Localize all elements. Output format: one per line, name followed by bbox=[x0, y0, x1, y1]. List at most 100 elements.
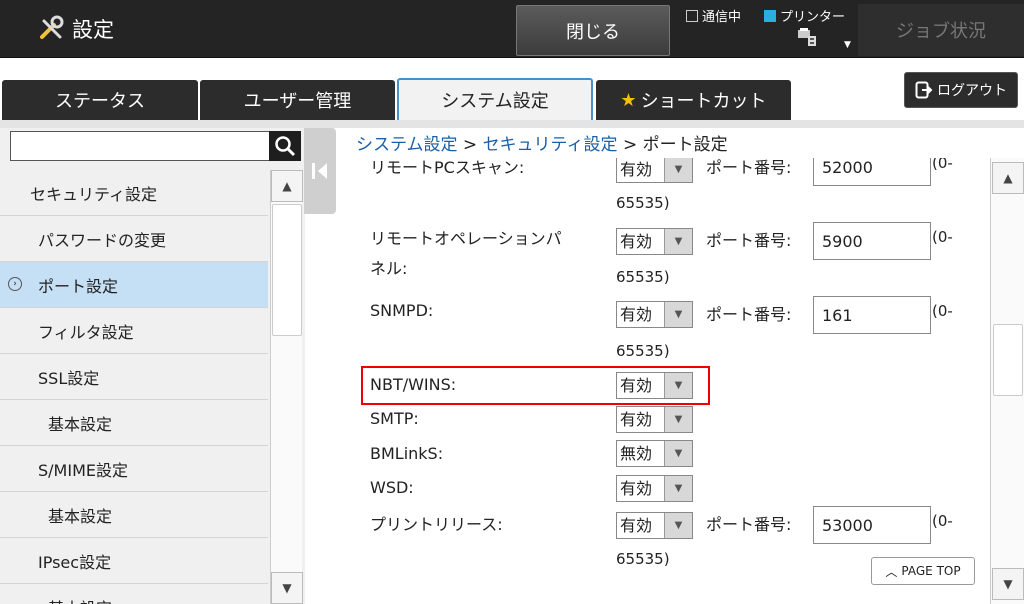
nbt-wins-select[interactable]: 有効 ▼ bbox=[616, 372, 693, 399]
page-top-label: PAGE TOP bbox=[901, 564, 961, 578]
wsd-select[interactable]: 有効 ▼ bbox=[616, 475, 693, 502]
sidebar-item-port-settings[interactable]: › ポート設定 bbox=[0, 262, 268, 308]
port-range-label: 65535) bbox=[616, 268, 670, 286]
collapse-left-icon bbox=[312, 163, 327, 179]
nbt-wins-label: NBT/WINS: bbox=[370, 375, 457, 394]
scroll-down-icon[interactable]: ▼ bbox=[271, 572, 303, 604]
logout-icon bbox=[915, 81, 933, 99]
chevron-down-icon: ▼ bbox=[664, 441, 692, 466]
sidebar-item-ssl-settings[interactable]: SSL設定 bbox=[0, 354, 268, 400]
remote-operation-panel-label: リモートオペレーションパ bbox=[370, 229, 562, 248]
scroll-up-icon[interactable]: ▲ bbox=[992, 162, 1024, 194]
chevron-up-icon: ︿ bbox=[885, 564, 898, 579]
tab-band bbox=[0, 120, 1024, 128]
remote-operation-panel-label-line2: ネル: bbox=[370, 259, 408, 278]
smtp-label: SMTP: bbox=[370, 409, 419, 428]
comm-status: 通信中 bbox=[686, 6, 741, 25]
select-value: 有効 bbox=[620, 479, 653, 498]
snmpd-select[interactable]: 有効 ▼ bbox=[616, 301, 693, 328]
remote-pc-scan-port-input[interactable]: 52000 bbox=[813, 158, 931, 186]
port-number-label: ポート番号: bbox=[706, 158, 792, 177]
port-range-label: (0- bbox=[932, 228, 953, 246]
sidebar-item-ipsec-settings[interactable]: IPsec設定 bbox=[0, 538, 268, 584]
printer-status-label: プリンター bbox=[780, 10, 846, 25]
chevron-down-icon: ▼ bbox=[664, 476, 692, 501]
logout-label: ログアウト bbox=[937, 83, 1007, 99]
select-value: 有効 bbox=[620, 160, 653, 179]
port-number-label: ポート番号: bbox=[706, 515, 792, 534]
select-value: 有効 bbox=[620, 410, 653, 429]
sidebar-scrollbar[interactable]: ▲ ▼ bbox=[270, 170, 303, 604]
sidebar-item-label: S/MIME設定 bbox=[38, 460, 128, 480]
sidebar-item-filter-settings[interactable]: フィルタ設定 bbox=[0, 308, 268, 354]
bmlinks-label: BMLinkS: bbox=[370, 444, 444, 463]
breadcrumb-security-settings[interactable]: セキュリティ設定 bbox=[483, 135, 618, 155]
page-top-button[interactable]: ︿ PAGE TOP bbox=[871, 557, 975, 585]
snmpd-label: SNMPD: bbox=[370, 301, 434, 320]
main-tabs: ステータス ユーザー管理 システム設定 ★ ショートカット bbox=[0, 78, 800, 120]
search-input[interactable] bbox=[10, 131, 272, 161]
tab-user-management[interactable]: ユーザー管理 bbox=[200, 80, 395, 120]
port-settings-form: リモートPCスキャン: 有効 ▼ ポート番号: 52000 (0- 65535) … bbox=[340, 158, 990, 604]
chevron-down-icon: ▼ bbox=[664, 407, 692, 432]
search-button[interactable] bbox=[269, 131, 301, 161]
logout-button[interactable]: ログアウト bbox=[904, 72, 1018, 108]
printer-indicator-icon bbox=[764, 10, 776, 22]
remote-operation-panel-port-input[interactable]: 5900 bbox=[813, 222, 931, 260]
content-scroll-thumb[interactable] bbox=[993, 324, 1023, 396]
star-icon: ★ bbox=[620, 89, 637, 111]
snmpd-port-input[interactable]: 161 bbox=[813, 296, 931, 334]
tab-system-settings[interactable]: システム設定 bbox=[397, 78, 593, 120]
tab-shortcut-label: ショートカット bbox=[640, 91, 767, 112]
sidebar-item-label: SSL設定 bbox=[38, 368, 100, 388]
sidebar-item-security-settings[interactable]: セキュリティ設定 bbox=[0, 170, 268, 216]
port-range-label: (0- bbox=[932, 512, 953, 530]
sidebar: セキュリティ設定 パスワードの変更 › ポート設定 フィルタ設定 SSL設定 基… bbox=[0, 128, 305, 604]
scroll-up-icon[interactable]: ▲ bbox=[271, 170, 303, 202]
chevron-down-icon: ▼ bbox=[664, 302, 692, 327]
app-title-text: 設定 bbox=[72, 18, 114, 42]
port-range-label: (0- bbox=[932, 302, 953, 320]
sidebar-item-label: 基本設定 bbox=[48, 506, 113, 526]
sidebar-item-label: フィルタ設定 bbox=[38, 322, 134, 342]
port-range-label: (0- bbox=[932, 158, 953, 172]
tab-shortcut[interactable]: ★ ショートカット bbox=[596, 80, 791, 120]
sidebar-menu: セキュリティ設定 パスワードの変更 › ポート設定 フィルタ設定 SSL設定 基… bbox=[0, 170, 268, 604]
sidebar-item-label: IPsec設定 bbox=[38, 552, 112, 572]
select-value: 有効 bbox=[620, 232, 653, 251]
sidebar-item-label: セキュリティ設定 bbox=[30, 184, 158, 204]
sidebar-item-ssl-basic[interactable]: 基本設定 bbox=[0, 400, 268, 446]
status-dropdown-icon: ▼ bbox=[844, 40, 851, 50]
sidebar-item-smime-basic[interactable]: 基本設定 bbox=[0, 492, 268, 538]
sidebar-item-password-change[interactable]: パスワードの変更 bbox=[0, 216, 268, 262]
tab-status[interactable]: ステータス bbox=[2, 80, 198, 120]
scroll-down-icon[interactable]: ▼ bbox=[992, 568, 1024, 600]
bmlinks-select[interactable]: 無効 ▼ bbox=[616, 440, 693, 467]
sidebar-item-smime-settings[interactable]: S/MIME設定 bbox=[0, 446, 268, 492]
breadcrumb-system-settings[interactable]: システム設定 bbox=[356, 135, 458, 155]
print-release-select[interactable]: 有効 ▼ bbox=[616, 512, 693, 539]
search-icon bbox=[275, 136, 296, 157]
close-button[interactable]: 閉じる bbox=[516, 5, 670, 56]
port-range-label: 65535) bbox=[616, 342, 670, 360]
app-title: 設定 bbox=[38, 14, 114, 44]
remote-pc-scan-select[interactable]: 有効 ▼ bbox=[616, 158, 693, 183]
wsd-label: WSD: bbox=[370, 478, 414, 497]
remote-operation-panel-select[interactable]: 有効 ▼ bbox=[616, 228, 693, 255]
status-area[interactable]: 通信中 プリンター ▼ bbox=[686, 4, 858, 56]
port-range-label: 65535) bbox=[616, 194, 670, 212]
sidebar-item-label: ポート設定 bbox=[38, 276, 119, 296]
smtp-select[interactable]: 有効 ▼ bbox=[616, 406, 693, 433]
sidebar-item-label: 基本設定 bbox=[48, 595, 112, 604]
chevron-right-icon: › bbox=[8, 277, 22, 291]
chevron-down-icon: ▼ bbox=[664, 373, 692, 398]
sidebar-item-label: 基本設定 bbox=[48, 414, 113, 434]
collapse-sidebar-button[interactable] bbox=[304, 128, 336, 214]
job-status-button[interactable]: ジョブ状況 bbox=[858, 4, 1024, 56]
breadcrumb: システム設定 > セキュリティ設定 > ポート設定 bbox=[356, 130, 728, 155]
port-number-label: ポート番号: bbox=[706, 231, 792, 250]
content-scrollbar[interactable]: ▲ ▼ bbox=[990, 158, 1024, 604]
sidebar-scroll-thumb[interactable] bbox=[272, 204, 302, 336]
print-release-port-input[interactable]: 53000 bbox=[813, 506, 931, 544]
sidebar-item-ipsec-basic[interactable]: 基本設定 bbox=[0, 584, 268, 604]
